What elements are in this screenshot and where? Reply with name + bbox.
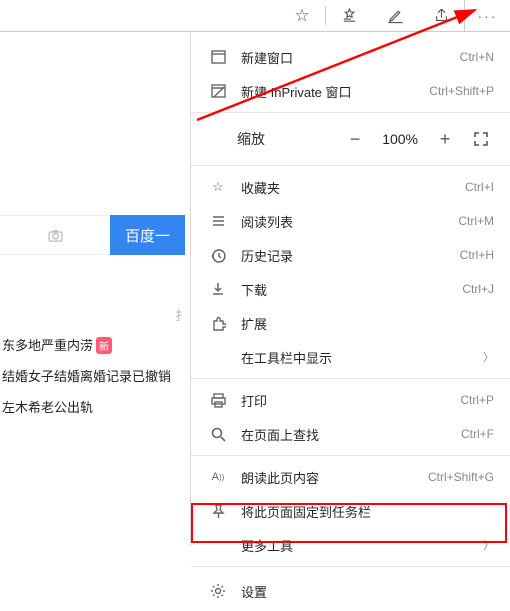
menu-divider (191, 378, 510, 379)
notes-button[interactable] (372, 0, 418, 31)
menu-label: 阅读列表 (241, 212, 444, 231)
zoom-value: 100% (378, 131, 422, 147)
menu-shortcut: Ctrl+J (462, 282, 494, 296)
menu-favorites[interactable]: ☆ 收藏夹 Ctrl+I (191, 170, 510, 204)
menu-more-tools[interactable]: 更多工具 〉 (191, 528, 510, 562)
list-item[interactable]: 左木希老公出轨 (2, 397, 185, 416)
share-icon (433, 7, 450, 24)
search-submit-button[interactable]: 百度一 (110, 215, 185, 255)
puzzle-icon (209, 316, 227, 331)
menu-read-aloud[interactable]: A)) 朗读此页内容 Ctrl+Shift+G (191, 460, 510, 494)
menu-shortcut: Ctrl+Shift+G (428, 470, 494, 484)
menu-settings[interactable]: 设置 (191, 571, 510, 611)
menu-history[interactable]: 历史记录 Ctrl+H (191, 238, 510, 272)
menu-shortcut: Ctrl+H (460, 248, 494, 262)
more-menu-button[interactable]: ··· (464, 0, 510, 31)
zoom-in-button[interactable]: + (432, 126, 458, 152)
browser-toolbar: ☆ ··· (0, 0, 510, 32)
dots-icon: ··· (478, 8, 498, 24)
refresh-hint: 扌 (175, 305, 188, 324)
star-outline-icon: ☆ (294, 6, 309, 26)
search-bar-fragment: 百度一 (0, 215, 185, 255)
chevron-right-icon: 〉 (483, 537, 494, 553)
chevron-right-icon: 〉 (483, 349, 494, 365)
camera-icon (47, 227, 64, 244)
star-icon: ☆ (209, 179, 227, 195)
pin-icon (209, 504, 227, 519)
news-list: 东多地严重内涝新 结婚女子结婚离婚记录已撤销 左木希老公出轨 (0, 335, 185, 416)
menu-label: 下载 (241, 280, 448, 299)
menu-label: 扩展 (241, 314, 494, 333)
menu-print[interactable]: 打印 Ctrl+P (191, 383, 510, 417)
menu-shortcut: Ctrl+F (461, 427, 494, 441)
inprivate-icon (209, 84, 227, 98)
add-favorite-button[interactable]: ☆ (279, 0, 325, 31)
menu-divider (191, 165, 510, 166)
download-icon (209, 282, 227, 297)
news-text: 左木希老公出轨 (2, 400, 93, 415)
menu-label: 将此页面固定到任务栏 (241, 502, 494, 521)
menu-divider (191, 112, 510, 113)
menu-extensions[interactable]: 扩展 (191, 306, 510, 340)
menu-label: 收藏夹 (241, 178, 451, 197)
menu-shortcut: Ctrl+Shift+P (429, 84, 494, 98)
news-text: 东多地严重内涝 (2, 338, 93, 353)
fullscreen-button[interactable] (468, 126, 494, 152)
menu-pin-taskbar[interactable]: 将此页面固定到任务栏 (191, 494, 510, 528)
menu-shortcut: Ctrl+I (465, 180, 494, 194)
menu-label: 打印 (241, 391, 446, 410)
window-icon (209, 50, 227, 64)
pen-icon (387, 7, 404, 24)
menu-reading-list[interactable]: 阅读列表 Ctrl+M (191, 204, 510, 238)
menu-shortcut: Ctrl+P (460, 393, 494, 407)
menu-new-window[interactable]: 新建窗口 Ctrl+N (191, 40, 510, 74)
more-menu: 新建窗口 Ctrl+N 新建 InPrivate 窗口 Ctrl+Shift+P… (190, 32, 510, 546)
list-item[interactable]: 结婚女子结婚离婚记录已撤销 (2, 366, 185, 385)
zoom-label: 缩放 (237, 129, 332, 149)
hot-badge: 新 (96, 337, 112, 354)
search-icon (209, 427, 227, 442)
menu-zoom: 缩放 − 100% + (191, 117, 510, 161)
read-aloud-icon: A)) (209, 471, 227, 483)
menu-label: 新建窗口 (241, 48, 446, 67)
menu-shortcut: Ctrl+M (458, 214, 494, 228)
menu-show-in-toolbar[interactable]: 在工具栏中显示 〉 (191, 340, 510, 374)
history-icon (209, 248, 227, 263)
menu-label: 历史记录 (241, 246, 446, 265)
search-button-label: 百度一 (125, 225, 170, 246)
favorites-hub-button[interactable] (326, 0, 372, 31)
zoom-out-button[interactable]: − (342, 126, 368, 152)
print-icon (209, 393, 227, 408)
share-button[interactable] (418, 0, 464, 31)
expand-icon (474, 132, 488, 146)
star-rays-icon (341, 7, 358, 24)
menu-find[interactable]: 在页面上查找 Ctrl+F (191, 417, 510, 451)
news-text: 结婚女子结婚离婚记录已撤销 (2, 369, 171, 384)
menu-label: 新建 InPrivate 窗口 (241, 82, 415, 101)
menu-divider (191, 566, 510, 567)
menu-label: 在工具栏中显示 (241, 348, 473, 367)
gear-icon (209, 583, 227, 599)
menu-label: 朗读此页内容 (241, 468, 414, 487)
menu-new-inprivate[interactable]: 新建 InPrivate 窗口 Ctrl+Shift+P (191, 74, 510, 108)
camera-button[interactable] (0, 215, 110, 255)
menu-label: 更多工具 (241, 536, 473, 555)
menu-shortcut: Ctrl+N (460, 50, 494, 64)
menu-label: 设置 (241, 582, 494, 601)
list-icon (209, 214, 227, 228)
menu-label: 在页面上查找 (241, 425, 447, 444)
menu-divider (191, 455, 510, 456)
menu-downloads[interactable]: 下载 Ctrl+J (191, 272, 510, 306)
list-item[interactable]: 东多地严重内涝新 (2, 335, 185, 354)
